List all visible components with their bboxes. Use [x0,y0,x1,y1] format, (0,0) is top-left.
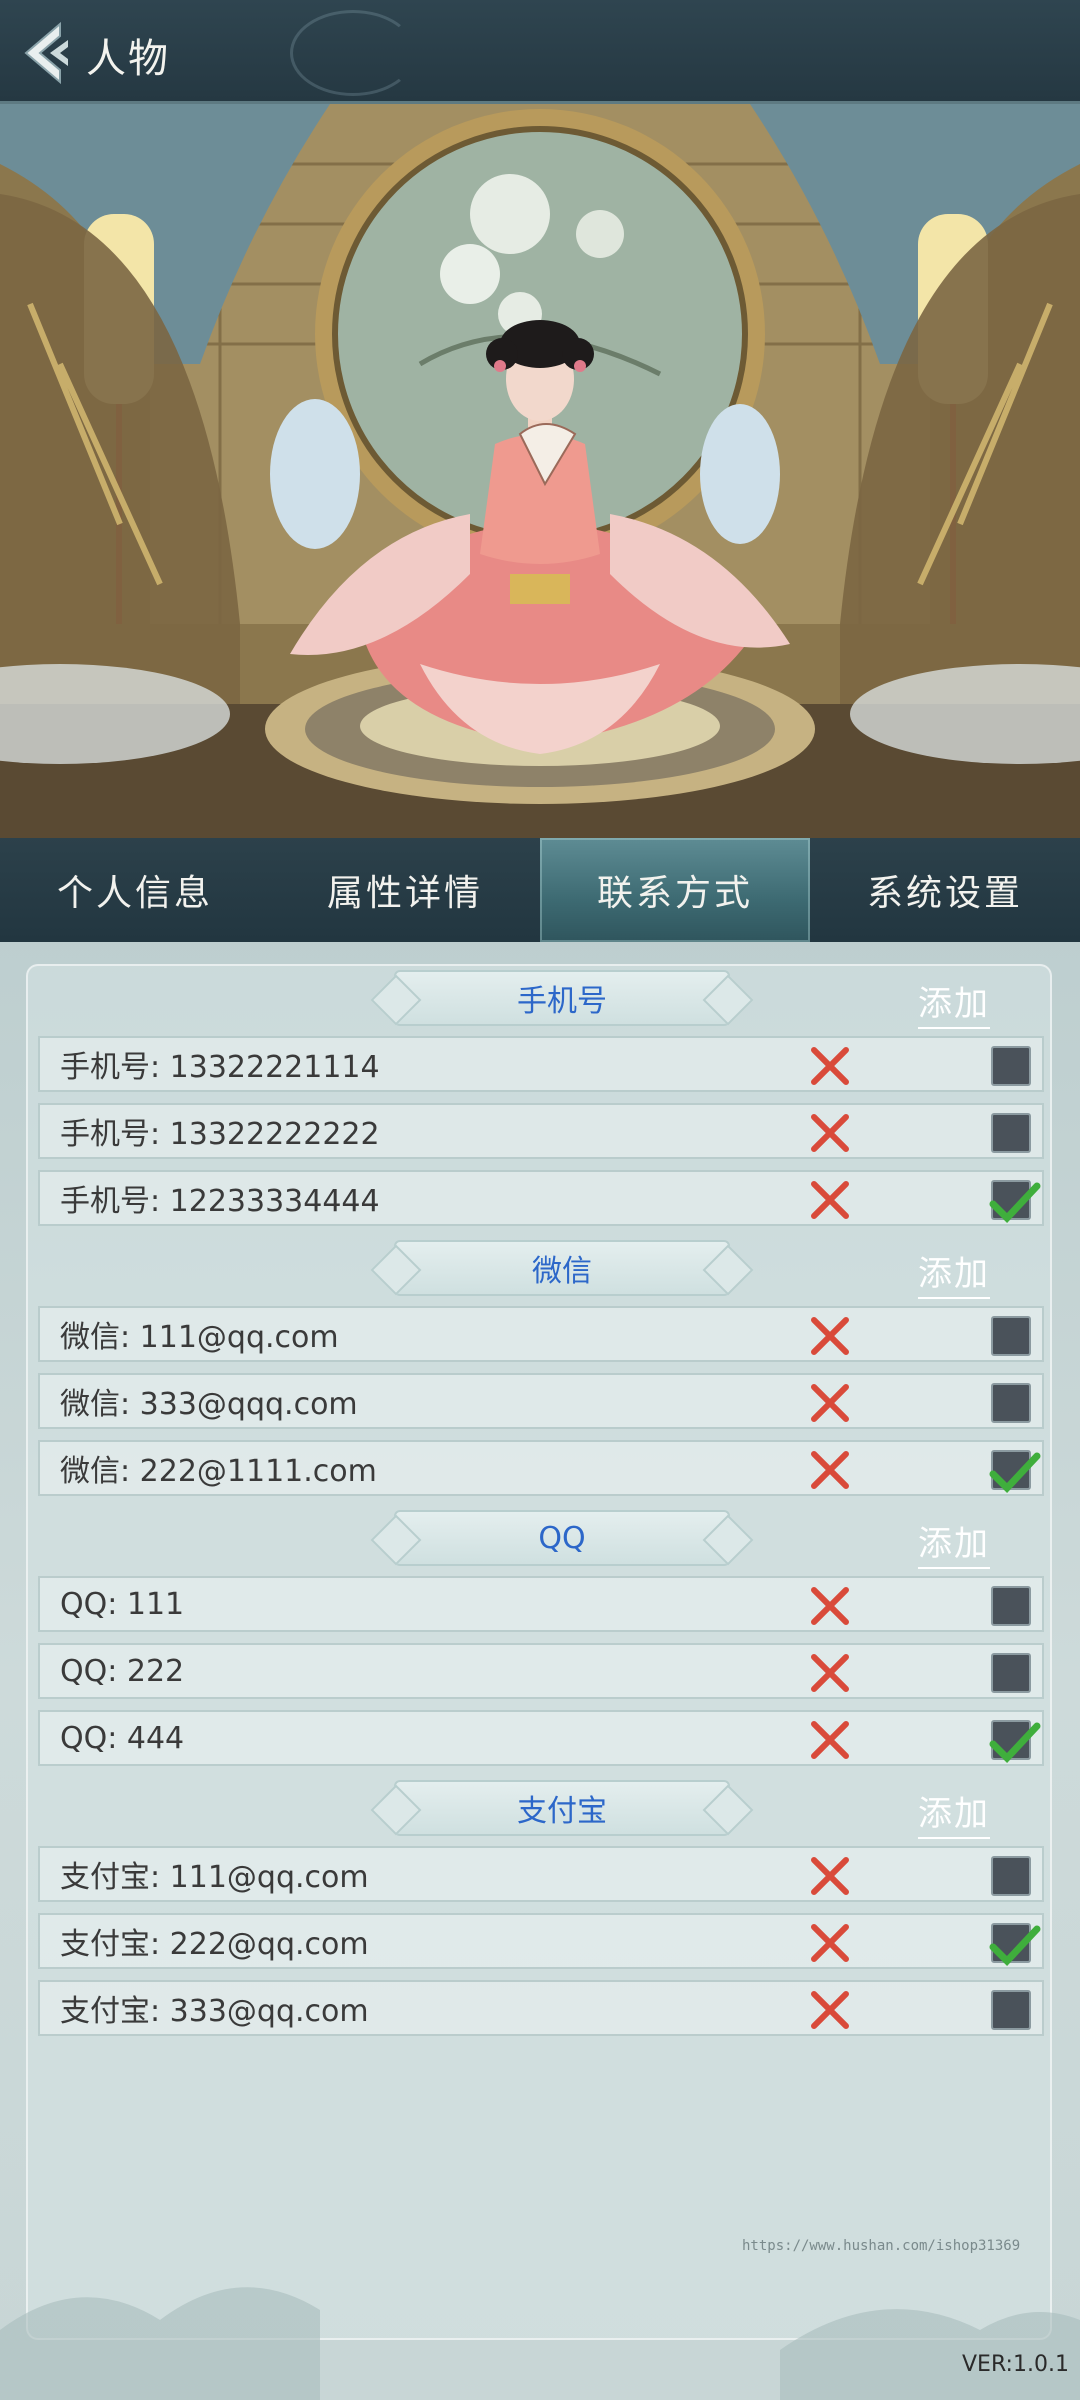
select-checkbox-checked[interactable] [989,1720,1041,1764]
select-checkbox-checked[interactable] [989,1450,1041,1494]
contact-row-text: QQ: 111 [60,1586,185,1622]
contact-row-text: 支付宝: 333@qq.com [60,1994,369,2029]
contact-row-text: 支付宝: 111@qq.com [60,1860,369,1895]
section-title-qq: QQ [394,1510,730,1566]
contact-row: 微信: 111@qq.com [38,1306,1044,1362]
delete-x-icon[interactable] [808,1314,852,1358]
section-title-wechat: 微信 [394,1240,730,1296]
tab-system-settings[interactable]: 系统设置 [810,838,1080,942]
green-check-icon [989,1452,1041,1494]
delete-x-icon[interactable] [808,1921,852,1965]
green-check-icon [989,1722,1041,1764]
contact-row: 支付宝: 111@qq.com [38,1846,1044,1902]
contact-panel: 手机号 添加 手机号: 13322221114 手机号: 13322222222… [26,964,1052,2340]
section-header-phone: 手机号 添加 [38,970,1044,1029]
character-contact-screen: 人物 个人信息 属性详情 联系方式 系统设置 手机号 添加 手机号: 13322… [0,0,1080,2400]
delete-x-icon[interactable] [808,1988,852,2032]
delete-x-icon[interactable] [808,1044,852,1088]
back-arrow-icon [24,21,68,85]
select-checkbox[interactable] [991,1990,1031,2030]
contact-row-text: 支付宝: 222@qq.com [60,1927,369,1962]
select-checkbox[interactable] [991,1046,1031,1086]
section-title-phone: 手机号 [394,970,730,1026]
select-checkbox[interactable] [991,1653,1031,1693]
section-header-alipay: 支付宝 添加 [38,1780,1044,1839]
delete-x-icon[interactable] [808,1651,852,1695]
character-showcase [0,104,1080,838]
back-button[interactable] [20,18,90,88]
select-checkbox[interactable] [991,1586,1031,1626]
tab-bar: 个人信息 属性详情 联系方式 系统设置 [0,838,1080,942]
add-wechat-button[interactable]: 添加 [918,1246,990,1299]
contact-row: QQ: 111 [38,1576,1044,1632]
contact-row-text: QQ: 222 [60,1653,185,1689]
delete-x-icon[interactable] [808,1178,852,1222]
tab-personal-info[interactable]: 个人信息 [0,838,270,942]
section-header-qq: QQ 添加 [38,1510,1044,1569]
green-check-icon [989,1925,1041,1967]
delete-x-icon[interactable] [808,1584,852,1628]
contact-row-text: 微信: 333@qqq.com [60,1387,358,1422]
contact-row-text: QQ: 444 [60,1720,185,1756]
contact-row: 手机号: 13322222222 [38,1103,1044,1159]
delete-x-icon[interactable] [808,1381,852,1425]
contact-row: 支付宝: 222@qq.com [38,1913,1044,1969]
contact-row: 微信: 333@qqq.com [38,1373,1044,1429]
contact-row: 手机号: 13322221114 [38,1036,1044,1092]
contact-row-text: 手机号: 13322222222 [60,1117,380,1152]
section-header-wechat: 微信 添加 [38,1240,1044,1299]
contact-row-text: 手机号: 12233334444 [60,1184,380,1219]
delete-x-icon[interactable] [808,1111,852,1155]
green-check-icon [989,1182,1041,1224]
contact-row: 微信: 222@1111.com [38,1440,1044,1496]
delete-x-icon[interactable] [808,1718,852,1762]
delete-x-icon[interactable] [808,1448,852,1492]
tab-contact-methods[interactable]: 联系方式 [540,838,810,942]
top-bar: 人物 [0,0,1080,104]
select-checkbox-checked[interactable] [989,1923,1041,1967]
contact-row-text: 微信: 111@qq.com [60,1320,339,1355]
contact-row: QQ: 222 [38,1643,1044,1699]
page-title: 人物 [86,36,170,82]
mountain-backdrop [0,2287,1080,2400]
delete-x-icon[interactable] [808,1854,852,1898]
select-checkbox[interactable] [991,1856,1031,1896]
contact-row: QQ: 444 [38,1710,1044,1766]
section-title-alipay: 支付宝 [394,1780,730,1836]
character-scene-image [0,104,1080,838]
add-phone-button[interactable]: 添加 [918,976,990,1029]
select-checkbox[interactable] [991,1383,1031,1423]
version-label: VER:1.0.1 [962,2352,1069,2377]
add-qq-button[interactable]: 添加 [918,1516,990,1569]
watermark-url: https://www.hushan.com/ishop31369 [742,2238,1021,2254]
tab-attribute-details[interactable]: 属性详情 [270,838,540,942]
select-checkbox[interactable] [991,1113,1031,1153]
contact-row-text: 微信: 222@1111.com [60,1454,377,1489]
contact-row-text: 手机号: 13322221114 [60,1050,380,1085]
contact-row: 支付宝: 333@qq.com [38,1980,1044,2036]
contact-row: 手机号: 12233334444 [38,1170,1044,1226]
select-checkbox-checked[interactable] [989,1180,1041,1224]
add-alipay-button[interactable]: 添加 [918,1786,990,1839]
select-checkbox[interactable] [991,1316,1031,1356]
